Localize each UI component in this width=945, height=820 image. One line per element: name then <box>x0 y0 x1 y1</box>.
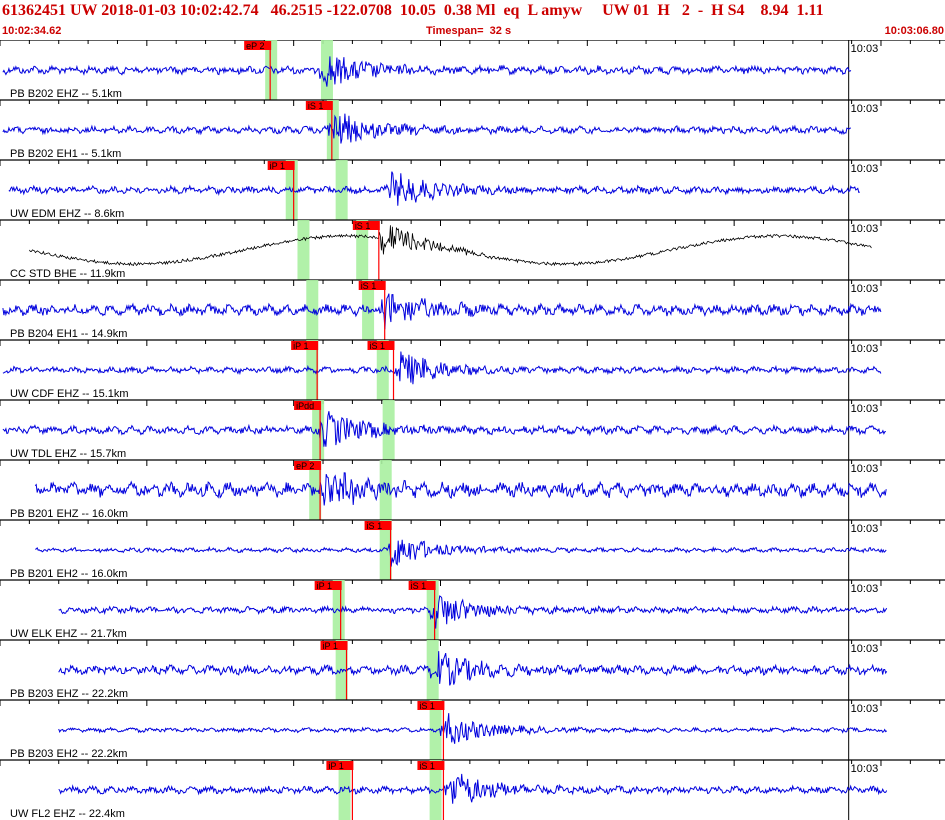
waveform[interactable] <box>2 411 886 447</box>
station-label: PB B203 EH2 -- 22.2km <box>10 748 127 760</box>
end-time: 10:03:06.80 <box>884 25 944 37</box>
waveform[interactable] <box>58 773 888 804</box>
minute-label: 10:03 <box>851 163 879 175</box>
pick-window <box>297 220 310 280</box>
waveform[interactable] <box>2 293 882 330</box>
minute-label: 10:03 <box>851 643 879 655</box>
pick-label: eP 2 <box>246 41 264 51</box>
minute-label: 10:03 <box>851 463 879 475</box>
station-label: UW ELK EHZ -- 21.7km <box>10 628 127 640</box>
waveform[interactable] <box>34 472 887 506</box>
station-label: PB B203 EHZ -- 22.2km <box>10 688 128 700</box>
pick-label: iS 1 <box>411 581 427 591</box>
minute-label: 10:03 <box>851 403 879 415</box>
minute-label: 10:03 <box>851 343 879 355</box>
pick-label: iP 1 <box>270 161 285 171</box>
minute-label: 10:03 <box>851 583 879 595</box>
station-label: PB B202 EHZ -- 5.1km <box>10 88 122 100</box>
waveform[interactable] <box>58 713 888 744</box>
minute-label: 10:03 <box>851 763 879 775</box>
seismogram-panel[interactable]: 10:03 eP 2 PB B202 EHZ -- 5.1km 10:03 iS 1 PB… <box>0 40 945 820</box>
station-label: PB B201 EH2 -- 16.0km <box>10 568 127 580</box>
start-time: 10:02:34.62 <box>2 25 62 37</box>
pick-label: eP 2 <box>296 461 314 471</box>
minute-label: 10:03 <box>851 223 879 235</box>
pick-label: iPdd <box>296 401 314 411</box>
waveform[interactable] <box>2 351 882 385</box>
station-label: PB B202 EH1 -- 5.1km <box>10 148 121 160</box>
waveform[interactable] <box>58 651 888 686</box>
minute-label: 10:03 <box>851 43 879 55</box>
waveform[interactable] <box>2 56 852 87</box>
station-label: UW TDL EHZ -- 15.7km <box>10 448 126 460</box>
pick-label: iS 1 <box>355 221 371 231</box>
event-title: 61362451 UW 2018-01-03 10:02:42.74 46.25… <box>2 2 824 19</box>
pick-label: iP 1 <box>323 641 338 651</box>
timespan: Timespan= 32 s <box>426 25 512 37</box>
pick-label: iS 1 <box>419 701 435 711</box>
station-label: UW EDM EHZ -- 8.6km <box>10 208 124 220</box>
minute-label: 10:03 <box>851 703 879 715</box>
station-label: PB B204 EH1 -- 14.9km <box>10 328 127 340</box>
pick-label: iS 1 <box>361 281 377 291</box>
minute-label: 10:03 <box>851 103 879 115</box>
pick-label: iS 1 <box>419 761 435 771</box>
station-label: CC STD BHE -- 11.9km <box>10 268 125 280</box>
station-label: UW FL2 EHZ -- 22.4km <box>10 808 125 820</box>
pick-label: iS 1 <box>370 341 386 351</box>
waveform[interactable] <box>29 225 872 267</box>
pick-window <box>335 160 348 220</box>
station-label: UW CDF EHZ -- 15.1km <box>10 388 129 400</box>
station-label: PB B201 EHZ -- 16.0km <box>10 508 128 520</box>
pick-label: iP 1 <box>328 761 343 771</box>
pick-label: iP 1 <box>293 341 308 351</box>
waveform[interactable] <box>58 595 888 629</box>
pick-label: iP 1 <box>317 581 332 591</box>
pick-label: iS 1 <box>367 521 383 531</box>
waveform[interactable] <box>8 171 861 206</box>
waveform[interactable] <box>35 539 887 567</box>
minute-label: 10:03 <box>851 523 879 535</box>
header-bar: 61362451 UW 2018-01-03 10:02:42.74 46.25… <box>0 0 945 40</box>
minute-label: 10:03 <box>851 283 879 295</box>
pick-label: iS 1 <box>308 101 324 111</box>
waveform[interactable] <box>2 113 851 144</box>
